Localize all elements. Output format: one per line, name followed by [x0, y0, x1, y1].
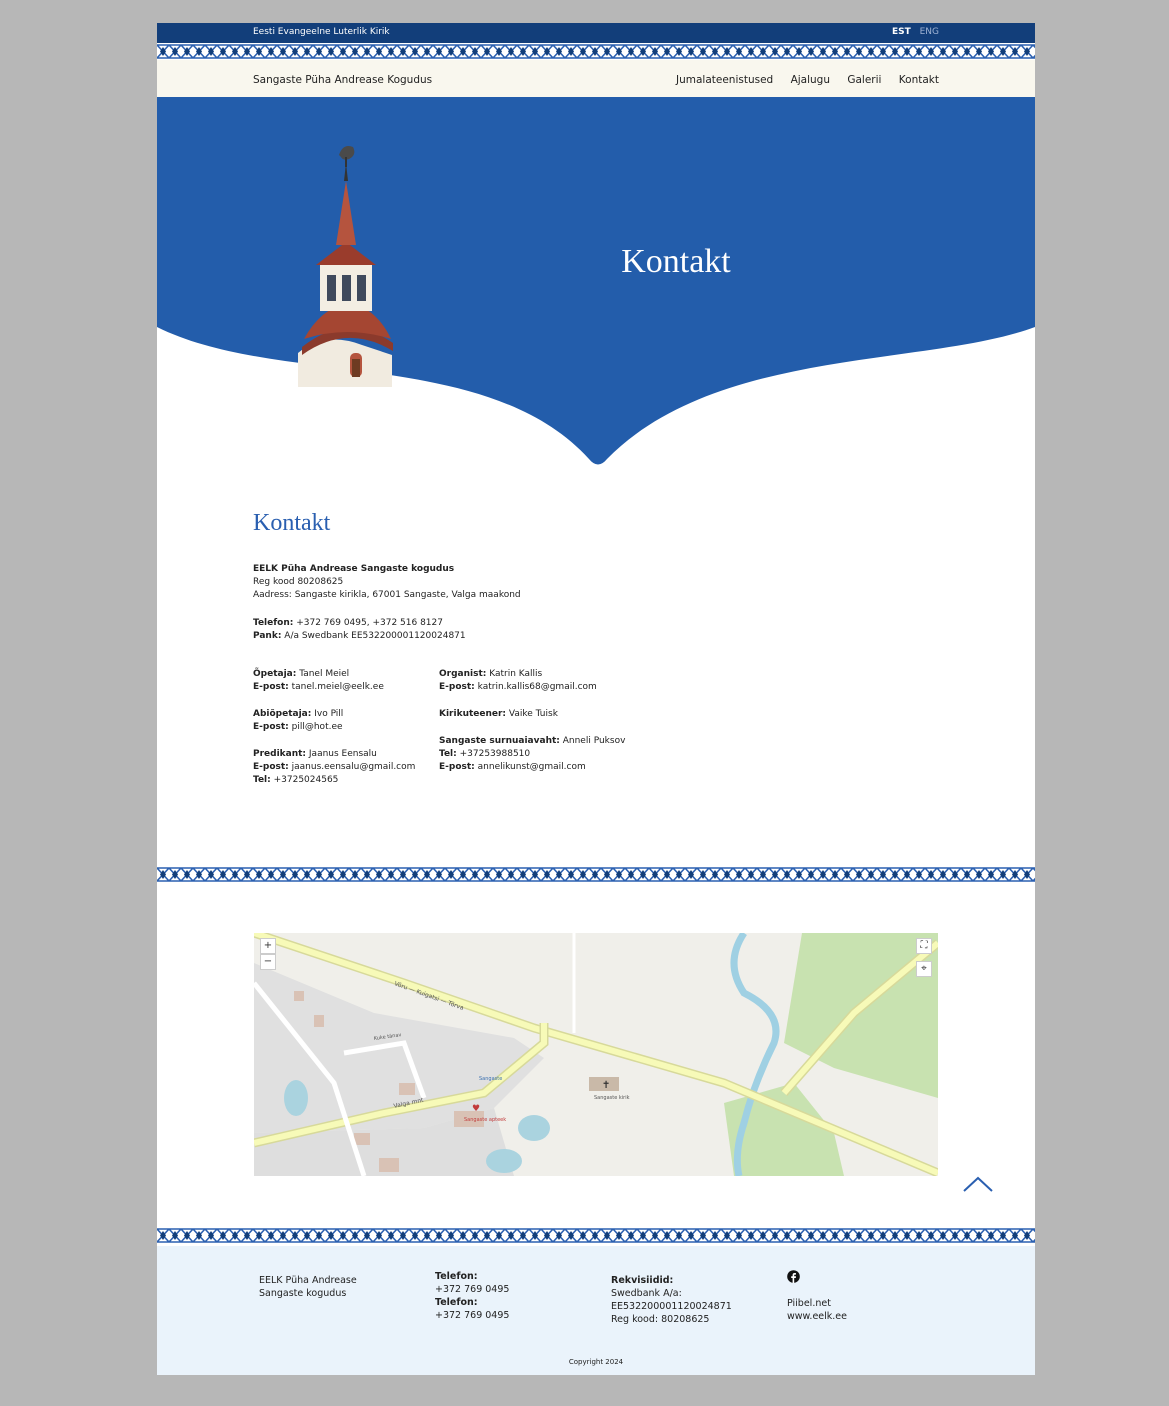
- email-label: E-post:: [439, 762, 475, 772]
- map-tiles: Võru — Kuigatsi — Tõrva Valga mnt Kuke t…: [254, 933, 938, 1176]
- page: Eesti Evangeelne Luterlik Kirik EST ENG …: [157, 23, 1035, 1375]
- footer-org: EELK Püha Andrease Sangaste kogudus: [259, 1275, 357, 1299]
- footer-rek-label: Rekvisiidid:: [611, 1275, 674, 1286]
- phone-bank-info: Telefon: +372 769 0495, +372 516 8127 Pa…: [253, 617, 466, 643]
- nav-link-kontakt[interactable]: Kontakt: [899, 74, 939, 86]
- footer: EELK Püha Andrease Sangaste kogudus Tele…: [157, 1246, 1035, 1375]
- footer-bank: Swedbank A/a:: [611, 1288, 682, 1299]
- footer-phone-label: Telefon:: [435, 1271, 478, 1282]
- footer-links: Piibel.net www.eelk.ee: [787, 1270, 847, 1323]
- copyright: Copyright 2024: [568, 1358, 624, 1366]
- role-label: Abiõpetaja:: [253, 709, 312, 719]
- reg-code: Reg kood 80208625: [253, 577, 344, 587]
- lang-eng[interactable]: ENG: [920, 27, 939, 37]
- church-map-icon: ✝: [602, 1080, 610, 1091]
- person-abiopetaja: Abiõpetaja: Ivo Pill E-post: pill@hot.ee: [253, 708, 415, 734]
- footer-link-piibel[interactable]: Piibel.net: [787, 1297, 847, 1310]
- map-poi-label: Sangaste apteek: [464, 1117, 506, 1123]
- org-info: EELK Püha Andrease Sangaste kogudus Reg …: [253, 563, 521, 602]
- phone-value: +3725024565: [270, 775, 339, 785]
- role-label: Predikant:: [253, 749, 307, 759]
- role-label: Organist:: [439, 669, 487, 679]
- lang-est[interactable]: EST: [892, 27, 911, 37]
- person-organist: Organist: Katrin Kallis E-post: katrin.k…: [439, 668, 625, 694]
- address: Aadress: Sangaste kirikla, 67001 Sangast…: [253, 590, 521, 600]
- ornament-band-top: [157, 43, 1035, 60]
- footer-rekvisiidid: Rekvisiidid: Swedbank A/a: EE53220000112…: [611, 1274, 732, 1326]
- email-label: E-post:: [253, 722, 289, 732]
- location-pin-icon[interactable]: ⌖: [916, 961, 932, 977]
- top-bar: Eesti Evangeelne Luterlik Kirik EST ENG: [157, 23, 1035, 43]
- hero-title: Kontakt: [621, 243, 731, 280]
- map-poi-label: Sangaste: [479, 1076, 502, 1082]
- email-label: E-post:: [253, 762, 289, 772]
- footer-link-eelk[interactable]: www.eelk.ee: [787, 1310, 847, 1323]
- role-label: Kirikuteener:: [439, 709, 507, 719]
- nav-links: Jumalateenistused Ajalugu Galerii Kontak…: [662, 74, 939, 86]
- church-name: Eesti Evangeelne Luterlik Kirik: [253, 27, 390, 37]
- fullscreen-icon[interactable]: ⛶: [916, 938, 932, 954]
- phone-label: Tel:: [253, 775, 271, 785]
- hero-shape: [157, 97, 1035, 465]
- role-label: Sangaste surnuaiavaht:: [439, 736, 560, 746]
- footer-phones: Telefon: +372 769 0495 Telefon: +372 769…: [435, 1270, 509, 1322]
- email-value[interactable]: jaanus.eensalu@gmail.com: [289, 762, 416, 772]
- ornament-band-middle: [157, 866, 1035, 883]
- person-surnuaiavaht: Sangaste surnuaiavaht: Anneli Puksov Tel…: [439, 735, 625, 774]
- footer-phone: +372 769 0495: [435, 1284, 510, 1295]
- email-value[interactable]: annelikunst@gmail.com: [475, 762, 586, 772]
- map-poi-label: Sangaste kirik: [594, 1095, 630, 1101]
- language-switch: EST ENG: [886, 27, 939, 37]
- phone-label: Telefon:: [253, 618, 294, 628]
- person-kirikuteener: Kirikuteener: Vaike Tuisk: [439, 708, 625, 721]
- phone-label: Tel:: [439, 749, 457, 759]
- facebook-icon[interactable]: [787, 1270, 800, 1283]
- phone-value: +37253988510: [456, 749, 531, 759]
- page-heading: Kontakt: [253, 510, 331, 536]
- zoom-in-button[interactable]: +: [260, 938, 276, 954]
- role-label: Õpetaja:: [253, 669, 297, 679]
- person-name: Ivo Pill: [311, 709, 344, 719]
- person-name: Katrin Kallis: [486, 669, 543, 679]
- people-column-left: Õpetaja: Tanel Meiel E-post: tanel.meiel…: [253, 668, 415, 787]
- footer-phone-label: Telefon:: [435, 1297, 478, 1308]
- email-label: E-post:: [253, 682, 289, 692]
- person-name: Jaanus Eensalu: [306, 749, 377, 759]
- ornament-band-bottom: [157, 1227, 1035, 1244]
- footer-reg: Reg kood: 80208625: [611, 1314, 710, 1325]
- zoom-out-button[interactable]: −: [260, 954, 276, 970]
- person-name: Vaike Tuisk: [506, 709, 558, 719]
- bank-label: Pank:: [253, 631, 282, 641]
- nav-link-jumalateenistused[interactable]: Jumalateenistused: [676, 74, 773, 86]
- bank-value: A/a Swedbank EE532200001120024871: [281, 631, 466, 641]
- person-predikant: Predikant: Jaanus Eensalu E-post: jaanus…: [253, 748, 415, 787]
- scroll-to-top-icon[interactable]: [961, 1173, 995, 1195]
- email-value[interactable]: tanel.meiel@eelk.ee: [289, 682, 384, 692]
- main-nav: Sangaste Püha Andrease Kogudus Jumalatee…: [157, 60, 1035, 97]
- location-map[interactable]: Võru — Kuigatsi — Tõrva Valga mnt Kuke t…: [254, 933, 938, 1176]
- email-value[interactable]: pill@hot.ee: [289, 722, 343, 732]
- person-name: Anneli Puksov: [559, 736, 626, 746]
- nav-link-ajalugu[interactable]: Ajalugu: [791, 74, 830, 86]
- site-title[interactable]: Sangaste Püha Andrease Kogudus: [253, 74, 432, 86]
- person-name: Tanel Meiel: [296, 669, 350, 679]
- email-label: E-post:: [439, 682, 475, 692]
- people-column-right: Organist: Katrin Kallis E-post: katrin.k…: [439, 668, 625, 774]
- footer-phone: +372 769 0495: [435, 1310, 510, 1321]
- org-name: EELK Püha Andrease Sangaste kogudus: [253, 564, 455, 574]
- nav-link-galerii[interactable]: Galerii: [847, 74, 881, 86]
- footer-iban: EE532200001120024871: [611, 1301, 732, 1312]
- email-value[interactable]: katrin.kallis68@gmail.com: [475, 682, 597, 692]
- person-opetaja: Õpetaja: Tanel Meiel E-post: tanel.meiel…: [253, 668, 415, 694]
- hero-banner: Kontakt: [157, 97, 1035, 477]
- phone-value: +372 769 0495, +372 516 8127: [293, 618, 443, 628]
- pharmacy-map-icon: ♥: [472, 1104, 480, 1114]
